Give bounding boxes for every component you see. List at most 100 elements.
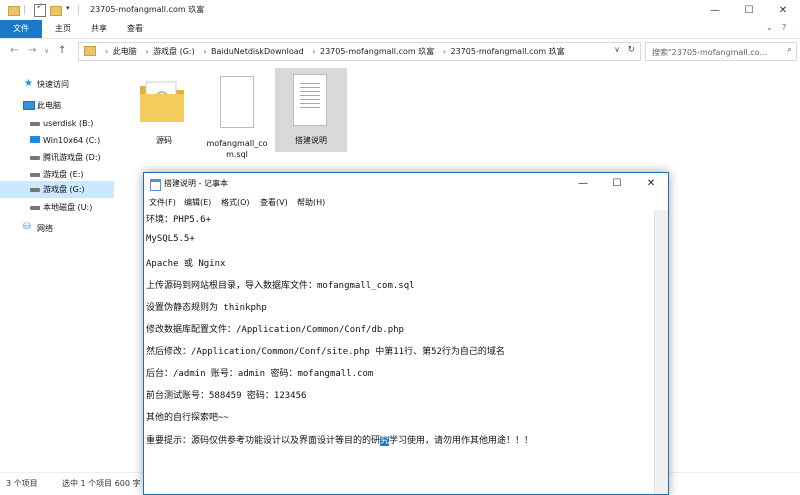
file-name: 源码 [156, 136, 172, 145]
menu-edit[interactable]: 编辑(E) [184, 197, 211, 208]
drive-icon [30, 122, 40, 126]
maximize-button[interactable]: ☐ [600, 173, 634, 194]
expand-ribbon-icon[interactable]: ⌄ [766, 23, 773, 32]
menu-format[interactable]: 格式(O) [221, 197, 250, 208]
file-icon [220, 76, 254, 128]
file-name: 搭建说明 [295, 136, 327, 145]
address-bar[interactable]: › 此电脑 › 游戏盘 (G:) › BaiduNetdiskDownload … [78, 42, 641, 61]
text-line: MySQL5.5+ [146, 234, 195, 244]
window-title: 23705-mofangmall.com 玖富 [90, 5, 205, 14]
nav-drive-c[interactable]: Win10x64 (C:) [0, 132, 114, 149]
nav-label: 游戏盘 (G:) [43, 185, 85, 194]
file-name: mofangmall_co m.sql [201, 138, 273, 160]
nav-quick-access[interactable]: ★ 快速访问 [0, 76, 114, 93]
breadcrumb-item[interactable]: 此电脑 [113, 47, 137, 56]
breadcrumb: › 此电脑 › 游戏盘 (G:) › BaiduNetdiskDownload … [101, 46, 567, 57]
divider [24, 5, 25, 15]
breadcrumb-item[interactable]: 游戏盘 (G:) [153, 47, 195, 56]
text-line: 其他的自行探索吧~~ [146, 413, 229, 423]
chevron-down-icon[interactable]: ∨ [614, 45, 620, 54]
close-button[interactable]: ✕ [766, 0, 800, 20]
text-line: 设置伪静态规则为 thinkphp [146, 303, 267, 313]
search-icon: ⌕ [786, 45, 792, 55]
breadcrumb-item[interactable]: 23705-mofangmall.com 玖富 [451, 47, 565, 56]
chevron-down-icon[interactable]: ▾ [66, 4, 74, 15]
maximize-button[interactable]: ☐ [732, 0, 766, 20]
item-count: 3 个项目 [6, 479, 38, 488]
folder-icon [140, 81, 184, 122]
explorer-titlebar: ▾ 23705-mofangmall.com 玖富 — ☐ ✕ [0, 0, 800, 20]
search-input[interactable]: 搜索"23705-mofangmall.co... ⌕ [645, 42, 797, 61]
network-icon: ⛁ [23, 222, 31, 232]
windows-drive-icon [30, 136, 40, 143]
notepad-title: 搭建说明 - 记事本 [164, 179, 228, 188]
tab-share[interactable]: 共享 [82, 20, 116, 38]
text-line: 环境：PHP5.6+ [146, 215, 211, 225]
notepad-icon [150, 179, 161, 191]
nav-label: 快速访问 [37, 80, 69, 89]
nav-drive-b[interactable]: userdisk (B:) [0, 115, 114, 132]
file-item-folder[interactable]: 源码 [128, 68, 200, 152]
notepad-text-area[interactable]: 环境：PHP5.6+ MySQL5.5+ Apache 或 Nginx 上传源码… [144, 210, 654, 494]
nav-drive-u[interactable]: 本地磁盘 (U:) [0, 199, 114, 216]
menu-view[interactable]: 查看(V) [260, 197, 288, 208]
close-button[interactable]: ✕ [634, 173, 668, 194]
file-name-line: m.sql [226, 150, 248, 159]
nav-label: 腾讯游戏盘 (D:) [43, 153, 101, 162]
nav-label: userdisk (B:) [43, 119, 94, 128]
refresh-icon[interactable]: ↻ [627, 45, 635, 55]
notepad-window: 搭建说明 - 记事本 — ☐ ✕ 文件(F) 编辑(E) 格式(O) 查看(V)… [143, 172, 669, 495]
text-line: 修改数据库配置文件：/Application/Common/Conf/db.ph… [146, 325, 404, 335]
help-icon[interactable]: ? [782, 23, 786, 32]
nav-label: 此电脑 [37, 101, 61, 110]
notepad-titlebar: 搭建说明 - 记事本 — ☐ ✕ [144, 173, 668, 194]
nav-this-pc[interactable]: 此电脑 [0, 97, 114, 114]
address-row: ← → ∨ ↑ › 此电脑 › 游戏盘 (G:) › BaiduNetdiskD… [0, 39, 800, 63]
star-icon: ★ [24, 78, 33, 89]
chevron-right-icon[interactable]: › [145, 47, 148, 56]
drive-icon [30, 206, 40, 210]
file-name-line: mofangmall_co [206, 139, 268, 148]
minimize-button[interactable]: — [698, 0, 732, 20]
text-document-icon [293, 74, 327, 126]
nav-drive-g[interactable]: 游戏盘 (G:) [0, 181, 114, 198]
minimize-button[interactable]: — [566, 173, 600, 194]
nav-drive-d[interactable]: 腾讯游戏盘 (D:) [0, 149, 114, 166]
menu-file[interactable]: 文件(F) [149, 197, 176, 208]
text-line: 重要提示：源码仅供参考功能设计以及界面设计等目的的研究学习使用，请勿用作其他用途… [146, 433, 533, 446]
drive-icon [30, 173, 40, 177]
drive-icon [30, 188, 40, 192]
text-line: 后台：/admin 账号：admin 密码：mofangmall.com [146, 369, 374, 379]
breadcrumb-item[interactable]: BaiduNetdiskDownload [211, 47, 304, 56]
chevron-right-icon[interactable]: › [312, 47, 315, 56]
text-segment: 学习使用，请勿用作其他用途！！！ [389, 436, 534, 446]
chevron-right-icon[interactable]: › [443, 47, 446, 56]
nav-label: 网络 [37, 224, 53, 233]
tab-view[interactable]: 查看 [118, 20, 152, 38]
back-arrow-icon[interactable]: ← [10, 45, 18, 56]
up-arrow-icon[interactable]: ↑ [58, 45, 66, 56]
text-line: Apache 或 Nginx [146, 259, 226, 269]
menu-help[interactable]: 帮助(H) [297, 197, 325, 208]
nav-label: Win10x64 (C:) [43, 136, 101, 145]
vertical-scrollbar[interactable] [654, 210, 668, 494]
search-placeholder: 搜索"23705-mofangmall.co... [652, 48, 768, 57]
file-item-text[interactable]: 搭建说明 [275, 68, 347, 152]
folder-icon [84, 46, 96, 56]
nav-network[interactable]: ⛁ 网络 [0, 220, 114, 237]
tab-file[interactable]: 文件 [0, 20, 42, 38]
recent-locations-icon[interactable]: ∨ [44, 47, 49, 55]
text-line: 上传源码到网站根目录，导入数据库文件：mofangmall_com.sql [146, 281, 415, 291]
nav-label: 本地磁盘 (U:) [43, 203, 93, 212]
tab-home[interactable]: 主页 [46, 20, 80, 38]
file-item-sql[interactable]: mofangmall_co m.sql [201, 68, 273, 159]
computer-icon [23, 101, 35, 110]
properties-icon[interactable] [34, 2, 46, 17]
divider [78, 5, 79, 15]
breadcrumb-item[interactable]: 23705-mofangmall.com 玖富 [320, 47, 434, 56]
notepad-menu-bar: 文件(F) 编辑(E) 格式(O) 查看(V) 帮助(H) [144, 194, 668, 210]
new-folder-icon[interactable] [50, 6, 62, 16]
ribbon-tabs: 文件 主页 共享 查看 ⌄ ? [0, 20, 800, 39]
chevron-right-icon[interactable]: › [203, 47, 206, 56]
forward-arrow-icon[interactable]: → [28, 45, 36, 56]
